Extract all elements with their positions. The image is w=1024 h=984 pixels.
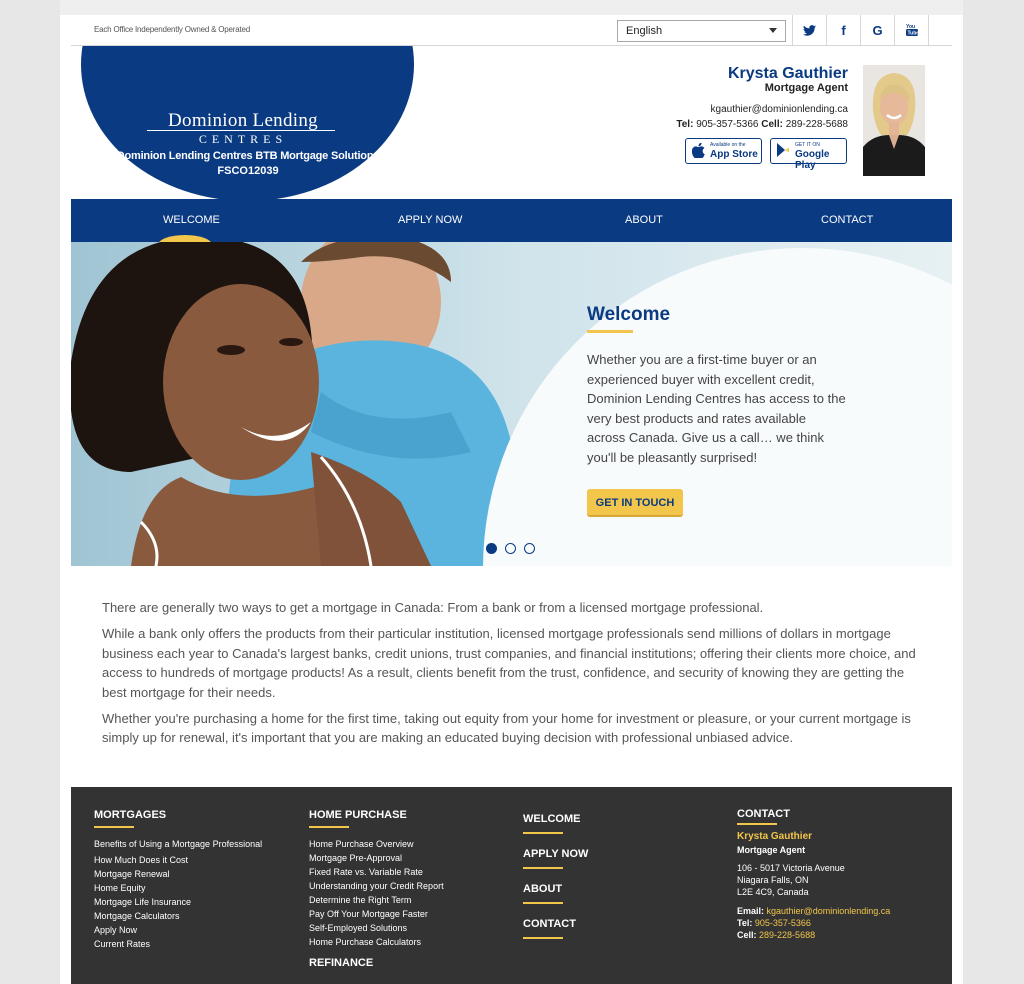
footer-link[interactable]: Determine the Right Term: [309, 895, 411, 905]
divider: [928, 15, 929, 45]
hero-title: Welcome: [587, 304, 671, 325]
cell-value[interactable]: 289-228-5688: [786, 119, 848, 130]
contact-email-link[interactable]: kgauthier@dominionlending.ca: [767, 906, 891, 916]
app-store-badge[interactable]: Available on the App Store: [685, 138, 762, 164]
footer-nav-welcome[interactable]: WELCOME: [523, 813, 580, 825]
hero-body: Whether you are a first-time buyer or an…: [587, 352, 846, 465]
heading-underline: [94, 826, 134, 828]
nav-welcome[interactable]: WELCOME: [163, 214, 220, 226]
cell-label: Cell:: [737, 930, 757, 940]
play-icon: [777, 143, 789, 160]
nav-contact[interactable]: CONTACT: [821, 214, 873, 226]
heading-underline: [523, 937, 563, 939]
top-bar: Each Office Independently Owned & Operat…: [71, 15, 952, 46]
agent-phones: Tel: 905-357-5366 Cell: 289-228-5688: [591, 119, 848, 130]
footer-link[interactable]: Understanding your Credit Report: [309, 881, 444, 891]
agent-photo: [863, 65, 925, 176]
apple-icon: [691, 142, 705, 161]
slider-dot-1[interactable]: [486, 543, 497, 554]
heading-underline: [737, 823, 777, 825]
facebook-icon[interactable]: f: [826, 15, 860, 45]
email-label: Email:: [737, 906, 765, 916]
svg-text:Tube: Tube: [907, 31, 919, 37]
hero-slider: Welcome Whether you are a first-time buy…: [71, 242, 952, 566]
office-tagline: Each Office Independently Owned & Operat…: [94, 25, 251, 34]
tel-label: Tel:: [737, 918, 753, 928]
footer-link[interactable]: Self-Employed Solutions: [309, 923, 407, 933]
site-footer: MORTGAGES Benefits of Using a Mortgage P…: [71, 787, 952, 984]
contact-address-3: L2E 4C9, Canada: [737, 887, 809, 897]
contact-cell-link[interactable]: 289-228-5688: [759, 930, 815, 940]
language-select[interactable]: English: [617, 20, 786, 42]
agent-title: Mortgage Agent: [764, 82, 848, 94]
agent-email-link[interactable]: kgauthier@dominionlending.ca: [591, 104, 848, 115]
footer-mortgages: MORTGAGES Benefits of Using a Mortgage P…: [94, 809, 294, 949]
hero-title-underline: [587, 330, 633, 333]
heading-underline: [523, 867, 563, 869]
logo-rule: [147, 130, 335, 131]
contact-address-2: Niagara Falls, ON: [737, 875, 809, 885]
contact-name: Krysta Gauthier: [737, 831, 813, 842]
tel-value[interactable]: 905-357-5366: [696, 119, 758, 130]
footer-link[interactable]: Apply Now: [94, 925, 137, 935]
youtube-icon[interactable]: You Tube: [894, 15, 928, 45]
footer-link[interactable]: Home Equity: [94, 883, 146, 893]
contact-tel-link[interactable]: 905-357-5366: [755, 918, 811, 928]
heading-underline: [523, 902, 563, 904]
google-icon[interactable]: G: [860, 15, 894, 45]
footer-link[interactable]: Home Purchase Calculators: [309, 937, 421, 947]
intro-paragraph-3: Whether you're purchasing a home for the…: [102, 711, 911, 746]
footer-nav-contact[interactable]: CONTACT: [523, 918, 576, 930]
heading-underline: [523, 832, 563, 834]
get-in-touch-button[interactable]: GET IN TOUCH: [587, 489, 683, 517]
footer-link[interactable]: Mortgage Renewal: [94, 869, 170, 879]
footer-nav-apply-now[interactable]: APPLY NOW: [523, 848, 588, 860]
footer-nav: WELCOME APPLY NOW ABOUT CONTACT: [523, 809, 673, 939]
heading-underline: [309, 826, 349, 828]
twitter-icon[interactable]: [792, 15, 826, 45]
agent-name: Krysta Gauthier: [727, 65, 848, 82]
footer-link[interactable]: Mortgage Pre-Approval: [309, 853, 402, 863]
footer-heading-refinance: REFINANCE: [309, 957, 374, 969]
logo-wordmark: Dominion Lending: [168, 110, 318, 131]
office-license: FSCO12039: [217, 165, 279, 177]
footer-link[interactable]: Pay Off Your Mortgage Faster: [309, 909, 428, 919]
language-select-value: English: [626, 25, 663, 37]
chevron-down-icon: [769, 28, 777, 33]
intro-paragraph-1: There are generally two ways to get a mo…: [102, 600, 764, 615]
footer-link[interactable]: Mortgage Life Insurance: [94, 897, 191, 907]
footer-heading: CONTACT: [737, 808, 790, 820]
google-play-badge[interactable]: GET IT ON Google Play: [770, 138, 847, 171]
footer-link[interactable]: Fixed Rate vs. Variable Rate: [309, 867, 423, 877]
footer-heading: MORTGAGES: [94, 809, 167, 821]
contact-address-1: 106 - 5017 Victoria Avenue: [737, 863, 845, 873]
nav-apply-now[interactable]: APPLY NOW: [398, 214, 462, 226]
logo-subtitle: CENTRES: [198, 132, 288, 146]
main-nav: WELCOME APPLY NOW ABOUT CONTACT: [71, 199, 952, 243]
contact-role: Mortgage Agent: [737, 845, 806, 855]
footer-link[interactable]: Home Purchase Overview: [309, 839, 414, 849]
intro-content: There are generally two ways to get a mo…: [102, 598, 918, 755]
footer-nav-about[interactable]: ABOUT: [523, 883, 562, 895]
office-name: Dominion Lending Centres BTB Mortgage So…: [116, 150, 380, 162]
intro-paragraph-2: While a bank only offers the products fr…: [102, 626, 916, 700]
footer-link[interactable]: Mortgage Calculators: [94, 911, 180, 921]
footer-contact: CONTACT Krysta Gauthier Mortgage Agent 1…: [737, 808, 947, 940]
footer-home-purchase: HOME PURCHASE Home Purchase Overview Mor…: [309, 809, 509, 969]
page: Each Office Independently Owned & Operat…: [60, 0, 963, 984]
slider-dot-2[interactable]: [505, 543, 516, 554]
footer-heading: HOME PURCHASE: [309, 809, 407, 821]
cell-label: Cell:: [761, 119, 783, 130]
slider-dot-3[interactable]: [524, 543, 535, 554]
site-header: Dominion Lending CENTRES Dominion Lendin…: [71, 46, 952, 199]
footer-link[interactable]: Current Rates: [94, 939, 150, 949]
tel-label: Tel:: [676, 119, 694, 130]
footer-link[interactable]: Benefits of Using a Mortgage Professiona…: [94, 839, 262, 849]
nav-about[interactable]: ABOUT: [625, 214, 663, 226]
footer-link[interactable]: How Much Does it Cost: [94, 855, 188, 865]
